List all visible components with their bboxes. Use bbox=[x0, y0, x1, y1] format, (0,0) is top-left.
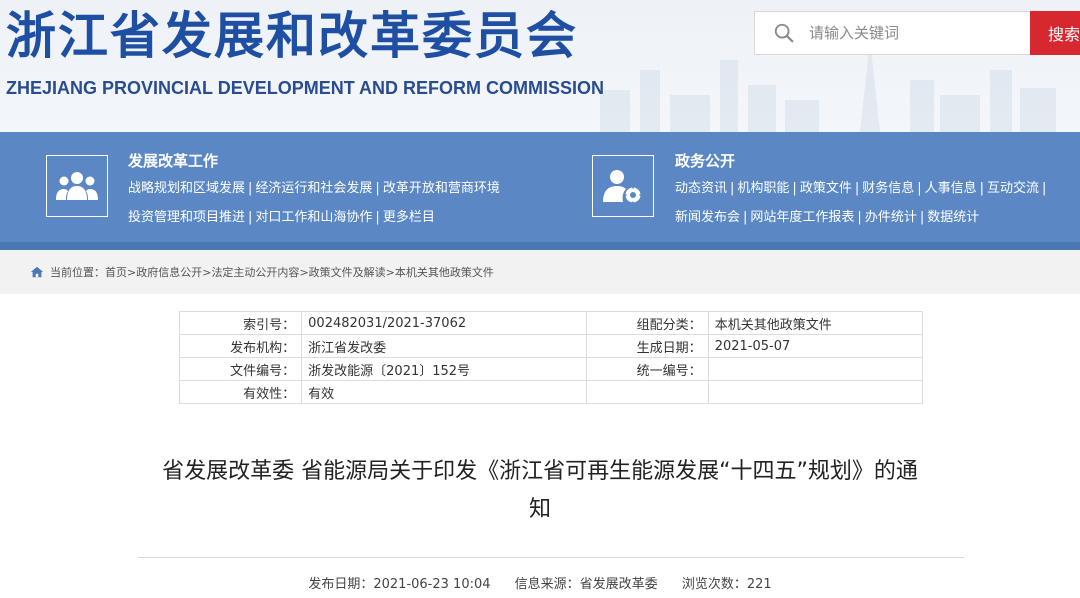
breadcrumb-separator: > bbox=[127, 265, 137, 279]
separator: | bbox=[1042, 181, 1047, 196]
nav-links-government-row1: 动态资讯 | 机构职能 | 政策文件 | 财务信息 | 人事信息 | 互动交流 | bbox=[675, 174, 1049, 203]
separator: | bbox=[743, 210, 748, 225]
people-group-icon bbox=[56, 172, 98, 200]
separator: | bbox=[375, 210, 380, 225]
separator: | bbox=[248, 181, 253, 196]
nav-link-case-stats[interactable]: 办件统计 bbox=[865, 210, 917, 225]
breadcrumb-public-content[interactable]: 法定主动公开内容 bbox=[211, 264, 299, 280]
nav-link-strategy[interactable]: 战略规划和区域发展 bbox=[128, 181, 245, 196]
meta-label: 统一编号： bbox=[585, 357, 709, 381]
search-icon bbox=[774, 23, 794, 43]
meta-value: 浙江省发改委 bbox=[301, 334, 587, 358]
nav-link-economy[interactable]: 经济运行和社会发展 bbox=[255, 181, 372, 196]
meta-value: 浙发改能源〔2021〕152号 bbox=[301, 357, 587, 381]
nav-icon-box-development[interactable] bbox=[46, 155, 108, 217]
search-box bbox=[754, 11, 1032, 55]
nav-link-cooperation[interactable]: 对口工作和山海协作 bbox=[255, 210, 372, 225]
meta-label: 生成日期： bbox=[585, 334, 709, 358]
nav-link-press[interactable]: 新闻发布会 bbox=[675, 210, 740, 225]
article-title-line2: 知 bbox=[528, 497, 551, 522]
nav-links-development-row2: 投资管理和项目推进 | 对口工作和山海协作 | 更多栏目 bbox=[128, 203, 435, 232]
table-row: 发布机构： 浙江省发改委 生成日期： 2021-05-07 bbox=[178, 334, 924, 358]
meta-label: 发布机构： bbox=[178, 334, 303, 358]
document-meta-table: 索引号： 002482031/2021-37062 组配分类： 本机关其他政策文… bbox=[178, 311, 924, 404]
nav-link-reform[interactable]: 改革开放和营商环境 bbox=[383, 181, 500, 196]
nav-link-interaction[interactable]: 互动交流 bbox=[987, 181, 1039, 196]
nav-link-investment[interactable]: 投资管理和项目推进 bbox=[128, 210, 245, 225]
separator: | bbox=[854, 181, 860, 196]
breadcrumb-separator: > bbox=[202, 265, 212, 279]
meta-value: 有效 bbox=[301, 380, 587, 404]
site-header: 浙江省发展和改革委员会 ZHEJIANG PROVINCIAL DEVELOPM… bbox=[0, 0, 1080, 132]
nav-links-government-row2: 新闻发布会 | 网站年度工作报表 | 办件统计 | 数据统计 bbox=[675, 203, 979, 232]
breadcrumb-current[interactable]: 本机关其他政策文件 bbox=[395, 264, 494, 280]
nav-link-personnel[interactable]: 人事信息 bbox=[925, 181, 977, 196]
nav-bottom-stripe bbox=[0, 242, 1080, 250]
separator: | bbox=[857, 210, 862, 225]
meta-value: 002482031/2021-37062 bbox=[301, 311, 587, 335]
table-row: 有效性： 有效 bbox=[178, 380, 924, 404]
main-nav: 发展改革工作 战略规划和区域发展 | 经济运行和社会发展 | 改革开放和营商环境 投资管… bbox=[0, 132, 1080, 250]
user-settings-icon bbox=[603, 170, 642, 204]
nav-group-government: 政务公开 动态资讯 | 机构职能 | 政策文件 | 财务信息 | 人事信息 | 互动交流 | 新闻发布… bbox=[560, 132, 1080, 250]
meta-value bbox=[707, 380, 924, 404]
breadcrumb-policy[interactable]: 政策文件及解读 bbox=[309, 264, 386, 280]
site-title: 浙江省发展和改革委员会 bbox=[6, 7, 578, 65]
breadcrumb: 当前位置： 首页 > 政府信息公开 > 法定主动公开内容 > 政策文件及解读 > 本机关其他政策… bbox=[0, 250, 1080, 294]
info-source: 信息来源：省发展改革委 bbox=[514, 577, 658, 592]
breadcrumb-separator: > bbox=[299, 265, 309, 279]
separator: | bbox=[730, 181, 735, 196]
nav-link-policy[interactable]: 政策文件 bbox=[800, 181, 852, 196]
nav-link-annual-report[interactable]: 网站年度工作报表 bbox=[750, 210, 854, 225]
publish-info: 发布日期：2021-06-23 10:04 信息来源：省发展改革委 浏览次数：2… bbox=[0, 573, 1080, 592]
separator: | bbox=[248, 210, 253, 225]
breadcrumb-label: 当前位置： bbox=[50, 266, 105, 279]
title-divider bbox=[138, 557, 964, 558]
table-row: 索引号： 002482031/2021-37062 组配分类： 本机关其他政策文… bbox=[178, 311, 924, 335]
article-title: 省发展改革委 省能源局关于印发《浙江省可再生能源发展“十四五”规划》的通 知 bbox=[130, 453, 950, 529]
nav-heading-government[interactable]: 政务公开 bbox=[675, 150, 735, 171]
meta-label: 组配分类： bbox=[585, 311, 709, 335]
meta-label: 文件编号： bbox=[178, 357, 303, 381]
table-row: 文件编号： 浙发改能源〔2021〕152号 统一编号： bbox=[178, 357, 924, 381]
separator: | bbox=[979, 181, 985, 196]
publish-date: 发布日期：2021-06-23 10:04 bbox=[308, 577, 491, 592]
meta-value bbox=[707, 357, 924, 381]
meta-label bbox=[585, 380, 709, 404]
meta-label: 索引号： bbox=[178, 311, 303, 335]
nav-link-more[interactable]: 更多栏目 bbox=[383, 210, 435, 225]
nav-link-functions[interactable]: 机构职能 bbox=[737, 181, 789, 196]
search-input[interactable] bbox=[807, 23, 1031, 43]
separator: | bbox=[919, 210, 925, 225]
nav-icon-box-government[interactable] bbox=[592, 155, 654, 217]
breadcrumb-gov-info[interactable]: 政府信息公开 bbox=[136, 264, 202, 280]
article-title-line1: 省发展改革委 省能源局关于印发《浙江省可再生能源发展“十四五”规划》的通 bbox=[162, 459, 918, 484]
separator: | bbox=[375, 181, 380, 196]
view-count: 浏览次数：221 bbox=[681, 577, 772, 592]
site-subtitle: ZHEJIANG PROVINCIAL DEVELOPMENT AND REFO… bbox=[6, 78, 605, 98]
home-icon bbox=[30, 266, 44, 278]
nav-link-news[interactable]: 动态资讯 bbox=[675, 181, 727, 196]
nav-link-data-stats[interactable]: 数据统计 bbox=[927, 210, 979, 225]
meta-label: 有效性： bbox=[178, 380, 303, 404]
separator: | bbox=[917, 181, 922, 196]
meta-value: 2021-05-07 bbox=[707, 334, 924, 358]
separator: | bbox=[792, 181, 797, 196]
nav-links-development-row1: 战略规划和区域发展 | 经济运行和社会发展 | 改革开放和营商环境 bbox=[128, 174, 500, 203]
nav-group-development: 发展改革工作 战略规划和区域发展 | 经济运行和社会发展 | 改革开放和营商环境 投资管… bbox=[0, 132, 560, 250]
meta-value: 本机关其他政策文件 bbox=[707, 311, 924, 335]
search-button[interactable]: 搜索 bbox=[1030, 11, 1080, 55]
breadcrumb-separator: > bbox=[385, 265, 395, 279]
nav-link-finance[interactable]: 财务信息 bbox=[862, 181, 914, 196]
breadcrumb-home[interactable]: 首页 bbox=[105, 264, 127, 280]
nav-heading-development[interactable]: 发展改革工作 bbox=[128, 150, 218, 171]
